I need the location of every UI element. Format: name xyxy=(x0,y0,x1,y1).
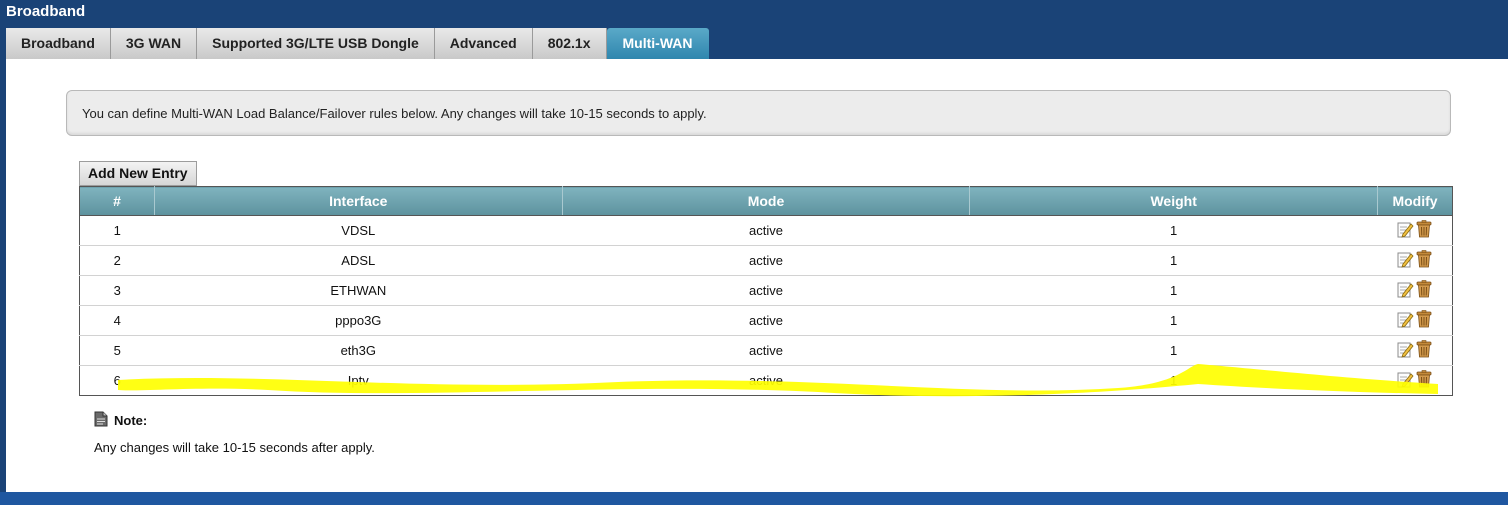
row-number: 6 xyxy=(113,373,121,388)
row-weight: 1 xyxy=(969,335,1378,366)
tab-bar: Broadband 3G WAN Supported 3G/LTE USB Do… xyxy=(6,28,709,59)
row-weight: 1 xyxy=(1170,373,1178,388)
row-number: 5 xyxy=(79,335,155,366)
page-title: Broadband xyxy=(6,3,86,20)
row-mode: active xyxy=(562,335,970,366)
row-number: 3 xyxy=(79,275,155,306)
row-interface: VDSL xyxy=(154,215,563,246)
note-section: Note: Any changes will take 10-15 second… xyxy=(94,411,375,455)
row-modify xyxy=(1377,275,1453,306)
trash-icon[interactable] xyxy=(1416,250,1432,271)
trash-icon[interactable] xyxy=(1416,370,1432,391)
table-row: 5 eth3G active 1 xyxy=(79,335,1453,366)
row-interface: Iptv xyxy=(347,373,369,388)
row-weight: 1 xyxy=(969,275,1378,306)
row-modify xyxy=(1377,215,1453,246)
tab-802-1x[interactable]: 802.1x xyxy=(532,28,607,59)
column-header-interface: Interface xyxy=(153,186,563,216)
edit-icon[interactable] xyxy=(1397,311,1414,331)
edit-icon[interactable] xyxy=(1397,251,1414,271)
column-header-weight: Weight xyxy=(969,186,1378,216)
row-weight: 1 xyxy=(969,245,1378,276)
table-header-row: # Interface Mode Weight Modify xyxy=(79,186,1453,216)
column-header-mode: Mode xyxy=(561,186,970,216)
row-number: 1 xyxy=(79,215,155,246)
row-mode: active xyxy=(562,245,970,276)
tab-advanced[interactable]: Advanced xyxy=(434,28,533,59)
edit-icon[interactable] xyxy=(1397,371,1414,391)
table-row: 1 VDSL active 1 xyxy=(79,215,1453,246)
column-header-number: # xyxy=(79,186,155,216)
row-mode: active xyxy=(562,275,970,306)
edit-icon[interactable] xyxy=(1397,281,1414,301)
tab-broadband[interactable]: Broadband xyxy=(6,28,111,59)
trash-icon[interactable] xyxy=(1416,340,1432,361)
row-modify xyxy=(1377,245,1453,276)
add-new-entry-button[interactable]: Add New Entry xyxy=(79,161,197,186)
edit-icon[interactable] xyxy=(1397,221,1414,241)
edit-icon[interactable] xyxy=(1397,341,1414,361)
tab-3g-wan[interactable]: 3G WAN xyxy=(110,28,198,59)
column-header-modify: Modify xyxy=(1377,186,1453,216)
main-content: You can define Multi-WAN Load Balance/Fa… xyxy=(6,59,1508,492)
note-title: Note: xyxy=(114,413,148,428)
multi-wan-table: # Interface Mode Weight Modify 1 VDSL acti… xyxy=(79,186,1453,396)
table-row: 4 pppo3G active 1 xyxy=(79,305,1453,336)
row-modify xyxy=(1378,366,1453,396)
note-icon xyxy=(94,411,108,430)
row-number: 4 xyxy=(79,305,155,336)
row-mode: active xyxy=(562,305,970,336)
row-mode: active xyxy=(562,215,970,246)
trash-icon[interactable] xyxy=(1416,220,1432,241)
row-interface: eth3G xyxy=(154,335,563,366)
row-weight: 1 xyxy=(969,215,1378,246)
tab-multi-wan[interactable]: Multi-WAN xyxy=(606,28,709,59)
row-modify xyxy=(1377,335,1453,366)
tab-supported-dongle[interactable]: Supported 3G/LTE USB Dongle xyxy=(197,28,435,59)
table-row: 6 Iptv active 1 xyxy=(80,366,1453,396)
row-interface: ADSL xyxy=(154,245,563,276)
info-message: You can define Multi-WAN Load Balance/Fa… xyxy=(66,90,1451,136)
table-row: 2 ADSL active 1 xyxy=(79,245,1453,276)
row-interface: ETHWAN xyxy=(154,275,563,306)
bottom-bar xyxy=(0,492,1508,505)
trash-icon[interactable] xyxy=(1416,310,1432,331)
trash-icon[interactable] xyxy=(1416,280,1432,301)
note-text: Any changes will take 10-15 seconds afte… xyxy=(94,440,375,455)
row-modify xyxy=(1377,305,1453,336)
row-interface: pppo3G xyxy=(154,305,563,336)
row-weight: 1 xyxy=(969,305,1378,336)
row-number: 2 xyxy=(79,245,155,276)
row-mode: active xyxy=(748,373,783,388)
table-row: 3 ETHWAN active 1 xyxy=(79,275,1453,306)
